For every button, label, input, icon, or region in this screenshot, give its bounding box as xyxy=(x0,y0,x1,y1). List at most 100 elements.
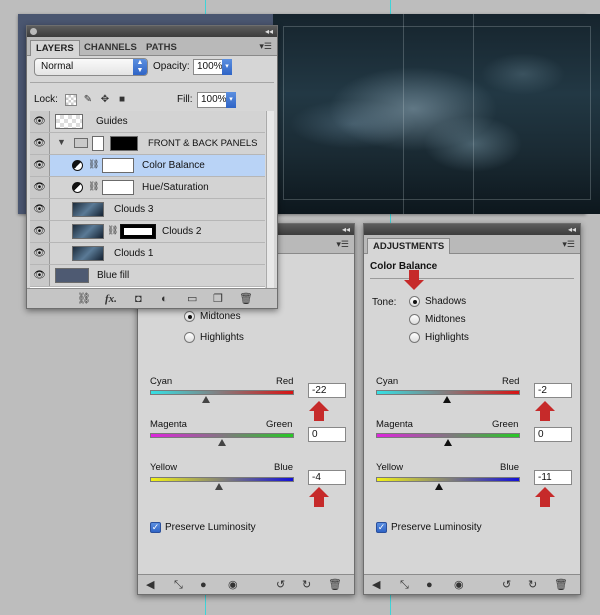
link-icon[interactable]: ⛓ xyxy=(88,159,99,170)
tone-shadows-label: Shadows xyxy=(425,296,467,307)
fill-input[interactable]: 100% ▾ xyxy=(197,92,236,108)
collapse-icon[interactable]: ◂◂ xyxy=(342,224,350,235)
cyan-red-value[interactable]: -22 xyxy=(308,383,346,398)
clip-to-layer-icon[interactable]: ● xyxy=(426,578,433,592)
yellow-blue-value[interactable]: -4 xyxy=(308,470,346,485)
slider-left-label: Cyan xyxy=(150,376,173,387)
slider-knob[interactable] xyxy=(218,439,226,446)
clip-to-layer-icon[interactable]: ● xyxy=(200,578,207,592)
panel-titlebar[interactable]: ◂◂ xyxy=(27,26,277,37)
eye-icon[interactable]: 👁 xyxy=(30,221,50,242)
eye-icon[interactable]: 👁 xyxy=(30,133,50,154)
expand-view-icon[interactable]: ⤡ xyxy=(400,578,409,592)
collapse-icon[interactable]: ◂◂ xyxy=(265,26,273,37)
blend-mode-select[interactable]: Normal ▲ ▼ xyxy=(34,58,148,76)
new-layer-icon[interactable]: ❐ xyxy=(213,292,223,306)
preserve-luminosity-checkbox[interactable]: ✓ xyxy=(150,522,161,533)
panel-tabbar: ADJUSTMENTS ▾☰ xyxy=(364,235,580,254)
preserve-luminosity-label: Preserve Luminosity xyxy=(165,522,256,533)
eye-icon[interactable]: 👁 xyxy=(30,155,50,176)
layer-list-scrollbar[interactable] xyxy=(266,111,274,289)
disclosure-triangle-icon[interactable]: ▼ xyxy=(57,137,66,147)
dropdown-arrow-icon[interactable]: ▾ xyxy=(226,92,236,108)
tab-adjustments[interactable]: ADJUSTMENTS xyxy=(367,238,451,254)
panel-menu-icon[interactable]: ▾☰ xyxy=(259,41,272,52)
tone-highlights-radio[interactable] xyxy=(184,332,195,343)
layer-row-group[interactable]: 👁 ▼ FRONT & BACK PANELS xyxy=(30,133,265,155)
panel-menu-icon[interactable]: ▾☰ xyxy=(336,239,349,250)
tone-shadows-radio[interactable] xyxy=(409,296,420,307)
fx-icon[interactable]: fx. xyxy=(105,292,117,306)
slider-knob[interactable] xyxy=(444,439,452,446)
panel-titlebar[interactable]: ◂◂ xyxy=(364,224,580,235)
tab-layers[interactable]: LAYERS xyxy=(30,40,80,56)
tab-channels[interactable]: CHANNELS xyxy=(79,40,142,56)
lock-brush-icon[interactable]: ✎ xyxy=(82,94,94,106)
yellow-blue-value[interactable]: -11 xyxy=(534,470,572,485)
dropdown-arrow-icon[interactable]: ▾ xyxy=(222,59,232,75)
collapse-icon[interactable]: ◂◂ xyxy=(568,224,576,235)
tone-highlights-radio[interactable] xyxy=(409,332,420,343)
tab-paths[interactable]: PATHS xyxy=(141,40,182,56)
layer-row-clouds-3[interactable]: 👁 Clouds 3 xyxy=(30,199,265,221)
back-arrow-icon[interactable]: ◀ xyxy=(372,578,380,592)
panel-menu-icon[interactable]: ▾☰ xyxy=(562,239,575,250)
tone-midtones-radio[interactable] xyxy=(409,314,420,325)
visibility-eye-icon[interactable]: ◉ xyxy=(454,578,464,592)
mask-thumbnail xyxy=(110,136,138,151)
mask-icon[interactable]: ◘ xyxy=(135,292,142,306)
trash-icon[interactable]: 🗑 xyxy=(554,578,568,592)
preserve-luminosity-checkbox[interactable]: ✓ xyxy=(376,522,387,533)
opacity-value: 100% xyxy=(197,61,223,72)
slider-knob[interactable] xyxy=(202,396,211,403)
reset-icon[interactable]: ↻ xyxy=(528,578,537,592)
layer-row-clouds-1[interactable]: 👁 Clouds 1 xyxy=(30,243,265,265)
eye-icon[interactable]: 👁 xyxy=(30,265,50,286)
magenta-green-slider[interactable] xyxy=(376,433,520,438)
slider-right-label: Blue xyxy=(500,462,520,473)
tone-highlights-label: Highlights xyxy=(200,332,244,343)
magenta-green-value[interactable]: 0 xyxy=(534,427,572,442)
previous-state-icon[interactable]: ↺ xyxy=(276,578,285,592)
layer-name: Clouds 2 xyxy=(162,226,202,237)
eye-icon[interactable]: 👁 xyxy=(30,199,50,220)
magenta-green-slider[interactable] xyxy=(150,433,294,438)
opacity-label: Opacity: xyxy=(153,61,190,72)
adjustment-layer-icon[interactable]: ◐ xyxy=(161,292,168,306)
magenta-green-value[interactable]: 0 xyxy=(308,427,346,442)
expand-view-icon[interactable]: ⤡ xyxy=(174,578,183,592)
layer-row-guides[interactable]: 👁 Guides xyxy=(30,111,265,133)
yellow-blue-slider[interactable] xyxy=(150,477,294,482)
cyan-red-slider[interactable] xyxy=(376,390,520,395)
slider-knob[interactable] xyxy=(442,396,451,403)
layer-row-hue-saturation[interactable]: 👁 ⛓ Hue/Saturation xyxy=(30,177,265,199)
cyan-red-value[interactable]: -2 xyxy=(534,383,572,398)
layer-row-clouds-2[interactable]: 👁 ⛓ Clouds 2 xyxy=(30,221,265,243)
lock-transparency-icon[interactable] xyxy=(65,94,77,106)
layer-row-color-balance[interactable]: 👁 ⛓ Color Balance xyxy=(30,155,265,177)
tone-midtones-radio[interactable] xyxy=(184,311,195,322)
trash-icon[interactable]: 🗑 xyxy=(239,292,253,306)
slider-knob[interactable] xyxy=(215,483,224,490)
lock-all-icon[interactable]: ■ xyxy=(116,94,128,106)
slider-knob[interactable] xyxy=(435,483,444,490)
lock-move-icon[interactable]: ✥ xyxy=(99,94,111,106)
reset-icon[interactable]: ↻ xyxy=(302,578,311,592)
link-icon[interactable]: ⛓ xyxy=(77,292,91,306)
eye-icon[interactable]: 👁 xyxy=(30,177,50,198)
folder-icon[interactable]: ▭ xyxy=(187,292,197,306)
yellow-blue-slider[interactable] xyxy=(376,477,520,482)
layer-row-blue-fill[interactable]: 👁 Blue fill xyxy=(30,265,265,287)
eye-icon[interactable]: 👁 xyxy=(30,243,50,264)
eye-icon[interactable]: 👁 xyxy=(30,111,50,132)
close-icon[interactable] xyxy=(30,28,37,35)
opacity-input[interactable]: 100% ▾ xyxy=(193,59,232,75)
link-icon[interactable]: ⛓ xyxy=(107,225,118,236)
cyan-red-slider[interactable] xyxy=(150,390,294,395)
visibility-eye-icon[interactable]: ◉ xyxy=(228,578,238,592)
trash-icon[interactable]: 🗑 xyxy=(328,578,342,592)
link-icon[interactable]: ⛓ xyxy=(88,181,99,192)
previous-state-icon[interactable]: ↺ xyxy=(502,578,511,592)
tone-label: Tone: xyxy=(372,297,397,308)
back-arrow-icon[interactable]: ◀ xyxy=(146,578,154,592)
